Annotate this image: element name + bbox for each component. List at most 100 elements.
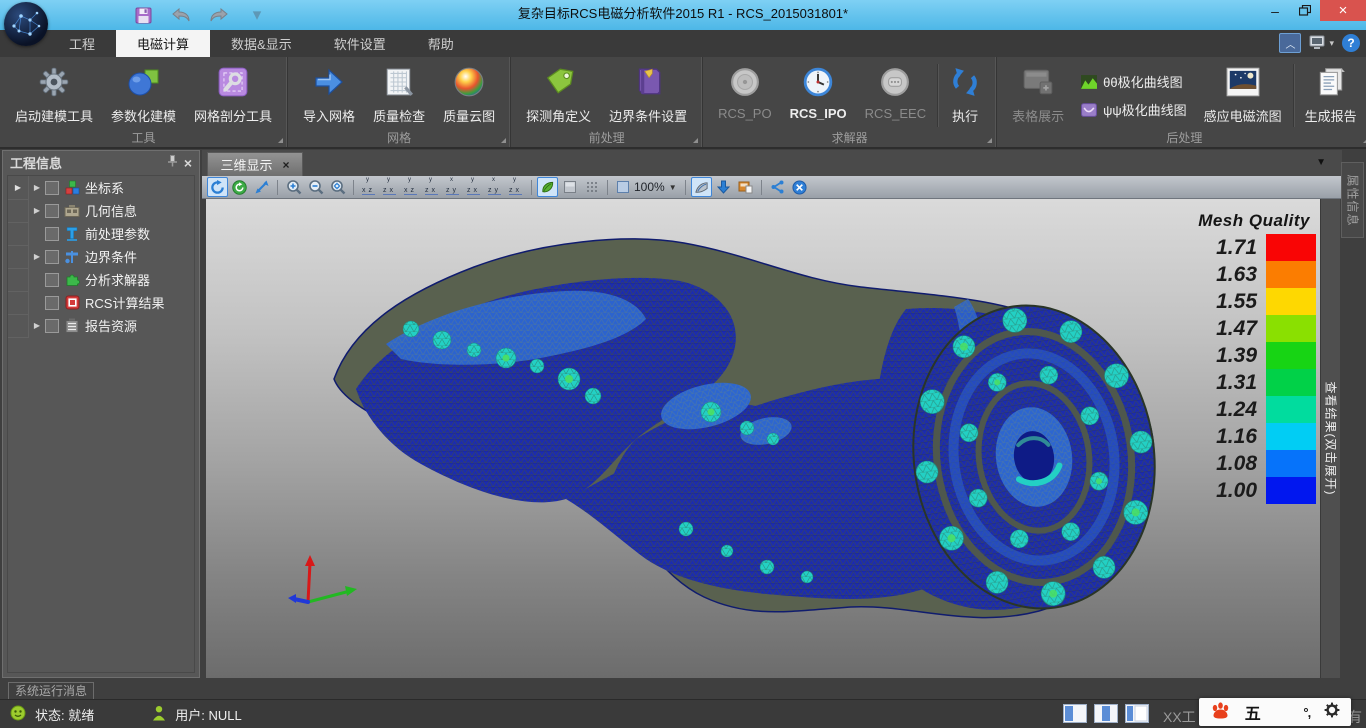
- tab-settings[interactable]: 软件设置: [313, 30, 407, 57]
- viewport-3d-canvas[interactable]: Mesh Quality 1.71 1.63 1.55 1.47 1.39 1.…: [206, 199, 1320, 678]
- zoom-dropdown-arrow[interactable]: ▼: [669, 183, 677, 192]
- execute-button[interactable]: 执行: [940, 60, 990, 131]
- tree-item-preprocess-params[interactable]: 前处理参数: [8, 222, 194, 245]
- baidu-paw-icon[interactable]: [1210, 701, 1231, 724]
- generate-report-button[interactable]: 生成报告: [1296, 60, 1366, 131]
- points-view-button[interactable]: [581, 177, 602, 197]
- tab-close-icon[interactable]: ×: [283, 158, 290, 172]
- tree-item-analysis-solver[interactable]: 分析求解器: [8, 268, 194, 291]
- ime-night-mode-icon[interactable]: [1275, 702, 1290, 722]
- tab-3d-display[interactable]: 三维显示 ×: [207, 152, 303, 176]
- help-button[interactable]: ?: [1342, 34, 1360, 52]
- solver-rcs-eec-button[interactable]: RCS_EEC: [856, 60, 935, 131]
- layout-bottom-panel-button[interactable]: [1125, 704, 1149, 728]
- tab-help[interactable]: 帮助: [407, 30, 475, 57]
- ribbon-tab-row: 工程 电磁计算 数据&显示 软件设置 帮助: [0, 30, 1366, 57]
- display-mode-button[interactable]: ▾: [1309, 35, 1334, 51]
- layout-left-panel-button[interactable]: [1063, 704, 1087, 728]
- ime-settings-gear-icon[interactable]: [1324, 702, 1340, 723]
- launch-modeling-tool-button[interactable]: 启动建模工具: [6, 60, 102, 131]
- tree-item-rcs-results[interactable]: RCS计算结果: [8, 291, 194, 314]
- meshing-tool-button[interactable]: 网格剖分工具: [185, 60, 281, 131]
- system-messages-tab[interactable]: 系统运行消息: [8, 682, 94, 699]
- tree-checkbox[interactable]: [45, 227, 59, 241]
- rotate-view-button[interactable]: [207, 177, 228, 197]
- share-export-button[interactable]: [767, 177, 788, 197]
- mesh-display-button[interactable]: [691, 177, 712, 197]
- zoom-level-dropdown[interactable]: 100% ▼: [613, 180, 680, 194]
- group-corner-arrow[interactable]: [278, 138, 283, 143]
- psi-polarization-curve-button[interactable]: ψψ极化曲线图: [1081, 100, 1187, 119]
- arrow-down-button[interactable]: [713, 177, 734, 197]
- quality-check-button[interactable]: 质量检查: [364, 60, 434, 131]
- tab-em-computation[interactable]: 电磁计算: [116, 30, 210, 57]
- quick-access-more-button[interactable]: ▾: [246, 4, 268, 26]
- quality-cloud-button[interactable]: 质量云图: [434, 60, 504, 131]
- ime-input-mode-button[interactable]: 五: [1245, 700, 1261, 724]
- close-button[interactable]: ×: [1320, 0, 1366, 21]
- view-orientation-button-3[interactable]: yxz: [401, 177, 421, 197]
- layout-center-panel-button[interactable]: [1094, 704, 1118, 728]
- tree-item-report-resources[interactable]: ▶ 报告资源: [8, 314, 194, 337]
- restore-button[interactable]: [1290, 0, 1320, 21]
- expand-arrow[interactable]: ▶: [29, 252, 45, 261]
- group-corner-arrow[interactable]: [693, 138, 698, 143]
- view-orientation-button-4[interactable]: yzx: [422, 177, 442, 197]
- view-orientation-button-1[interactable]: yxz: [359, 177, 379, 197]
- view-orientation-button-2[interactable]: yzx: [380, 177, 400, 197]
- tree-item-boundary-conditions[interactable]: ▶ 边界条件: [8, 245, 194, 268]
- group-corner-arrow[interactable]: [987, 138, 992, 143]
- pan-zoom-button[interactable]: [251, 177, 272, 197]
- view-results-collapsed-bar[interactable]: 查看结果(双击展开): [1320, 199, 1340, 678]
- ime-punctuation-button[interactable]: °,: [1303, 705, 1310, 720]
- view-orientation-button-8[interactable]: yzx: [506, 177, 526, 197]
- tab-project[interactable]: 工程: [48, 30, 116, 57]
- tree-checkbox[interactable]: [45, 273, 59, 287]
- redo-button[interactable]: [208, 4, 230, 26]
- save-button[interactable]: [132, 4, 154, 26]
- zoom-out-button[interactable]: [305, 177, 326, 197]
- tree-checkbox[interactable]: [45, 296, 59, 310]
- tab-list-dropdown-arrow[interactable]: ▼: [1316, 157, 1326, 168]
- tree-item-coordinate-system[interactable]: ▶ ▶ 坐标系: [8, 176, 194, 199]
- properties-panel-tab[interactable]: 属性信息: [1341, 162, 1364, 238]
- tree-checkbox[interactable]: [45, 319, 59, 333]
- expand-arrow[interactable]: ▶: [29, 206, 45, 215]
- ribbon-group-postprocess: 表格展示 θθ极化曲线图 ψψ极化曲线图 感应电磁: [997, 57, 1366, 147]
- solver-rcs-ipo-button[interactable]: RCS_IPO: [781, 60, 856, 131]
- import-mesh-button[interactable]: 导入网格: [294, 60, 364, 131]
- mesh-surface-icon: [694, 180, 709, 195]
- tree-checkbox[interactable]: [45, 204, 59, 218]
- probe-angle-button[interactable]: 探测角定义: [517, 60, 600, 131]
- wireframe-view-button[interactable]: [559, 177, 580, 197]
- table-display-button[interactable]: 表格展示: [1003, 60, 1073, 131]
- panel-close-button[interactable]: ×: [184, 155, 192, 171]
- shaded-view-button[interactable]: [537, 177, 558, 197]
- view-orientation-button-6[interactable]: yzx: [464, 177, 484, 197]
- view-orientation-button-7[interactable]: xzy: [485, 177, 505, 197]
- display-mode-dropdown-arrow[interactable]: ▾: [1329, 38, 1334, 49]
- induced-current-map-button[interactable]: 感应电磁流图: [1195, 60, 1291, 131]
- boundary-settings-button[interactable]: 边界条件设置: [600, 60, 696, 131]
- clear-view-button[interactable]: [789, 177, 810, 197]
- collapse-ribbon-button[interactable]: ︿: [1279, 33, 1301, 53]
- tree-checkbox[interactable]: [45, 250, 59, 264]
- pin-icon[interactable]: [167, 155, 178, 170]
- legend-row: 1.00: [1158, 477, 1316, 504]
- minimize-button[interactable]: –: [1260, 0, 1290, 21]
- view-orientation-button-5[interactable]: xzy: [443, 177, 463, 197]
- tree-checkbox[interactable]: [45, 181, 59, 195]
- capture-window-button[interactable]: [735, 177, 756, 197]
- tree-item-geometry-info[interactable]: ▶ 几何信息: [8, 199, 194, 222]
- zoom-in-button[interactable]: [283, 177, 304, 197]
- zoom-fit-button[interactable]: [327, 177, 348, 197]
- group-corner-arrow[interactable]: [501, 138, 506, 143]
- solver-rcs-po-button[interactable]: RCS_PO: [709, 60, 780, 131]
- expand-arrow[interactable]: ▶: [29, 183, 45, 192]
- theta-polarization-curve-button[interactable]: θθ极化曲线图: [1081, 72, 1187, 91]
- tab-data-display[interactable]: 数据&显示: [210, 30, 313, 57]
- refresh-view-button[interactable]: [229, 177, 250, 197]
- expand-arrow[interactable]: ▶: [29, 321, 45, 330]
- parametric-modeling-button[interactable]: 参数化建模: [102, 60, 185, 131]
- undo-button[interactable]: [170, 4, 192, 26]
